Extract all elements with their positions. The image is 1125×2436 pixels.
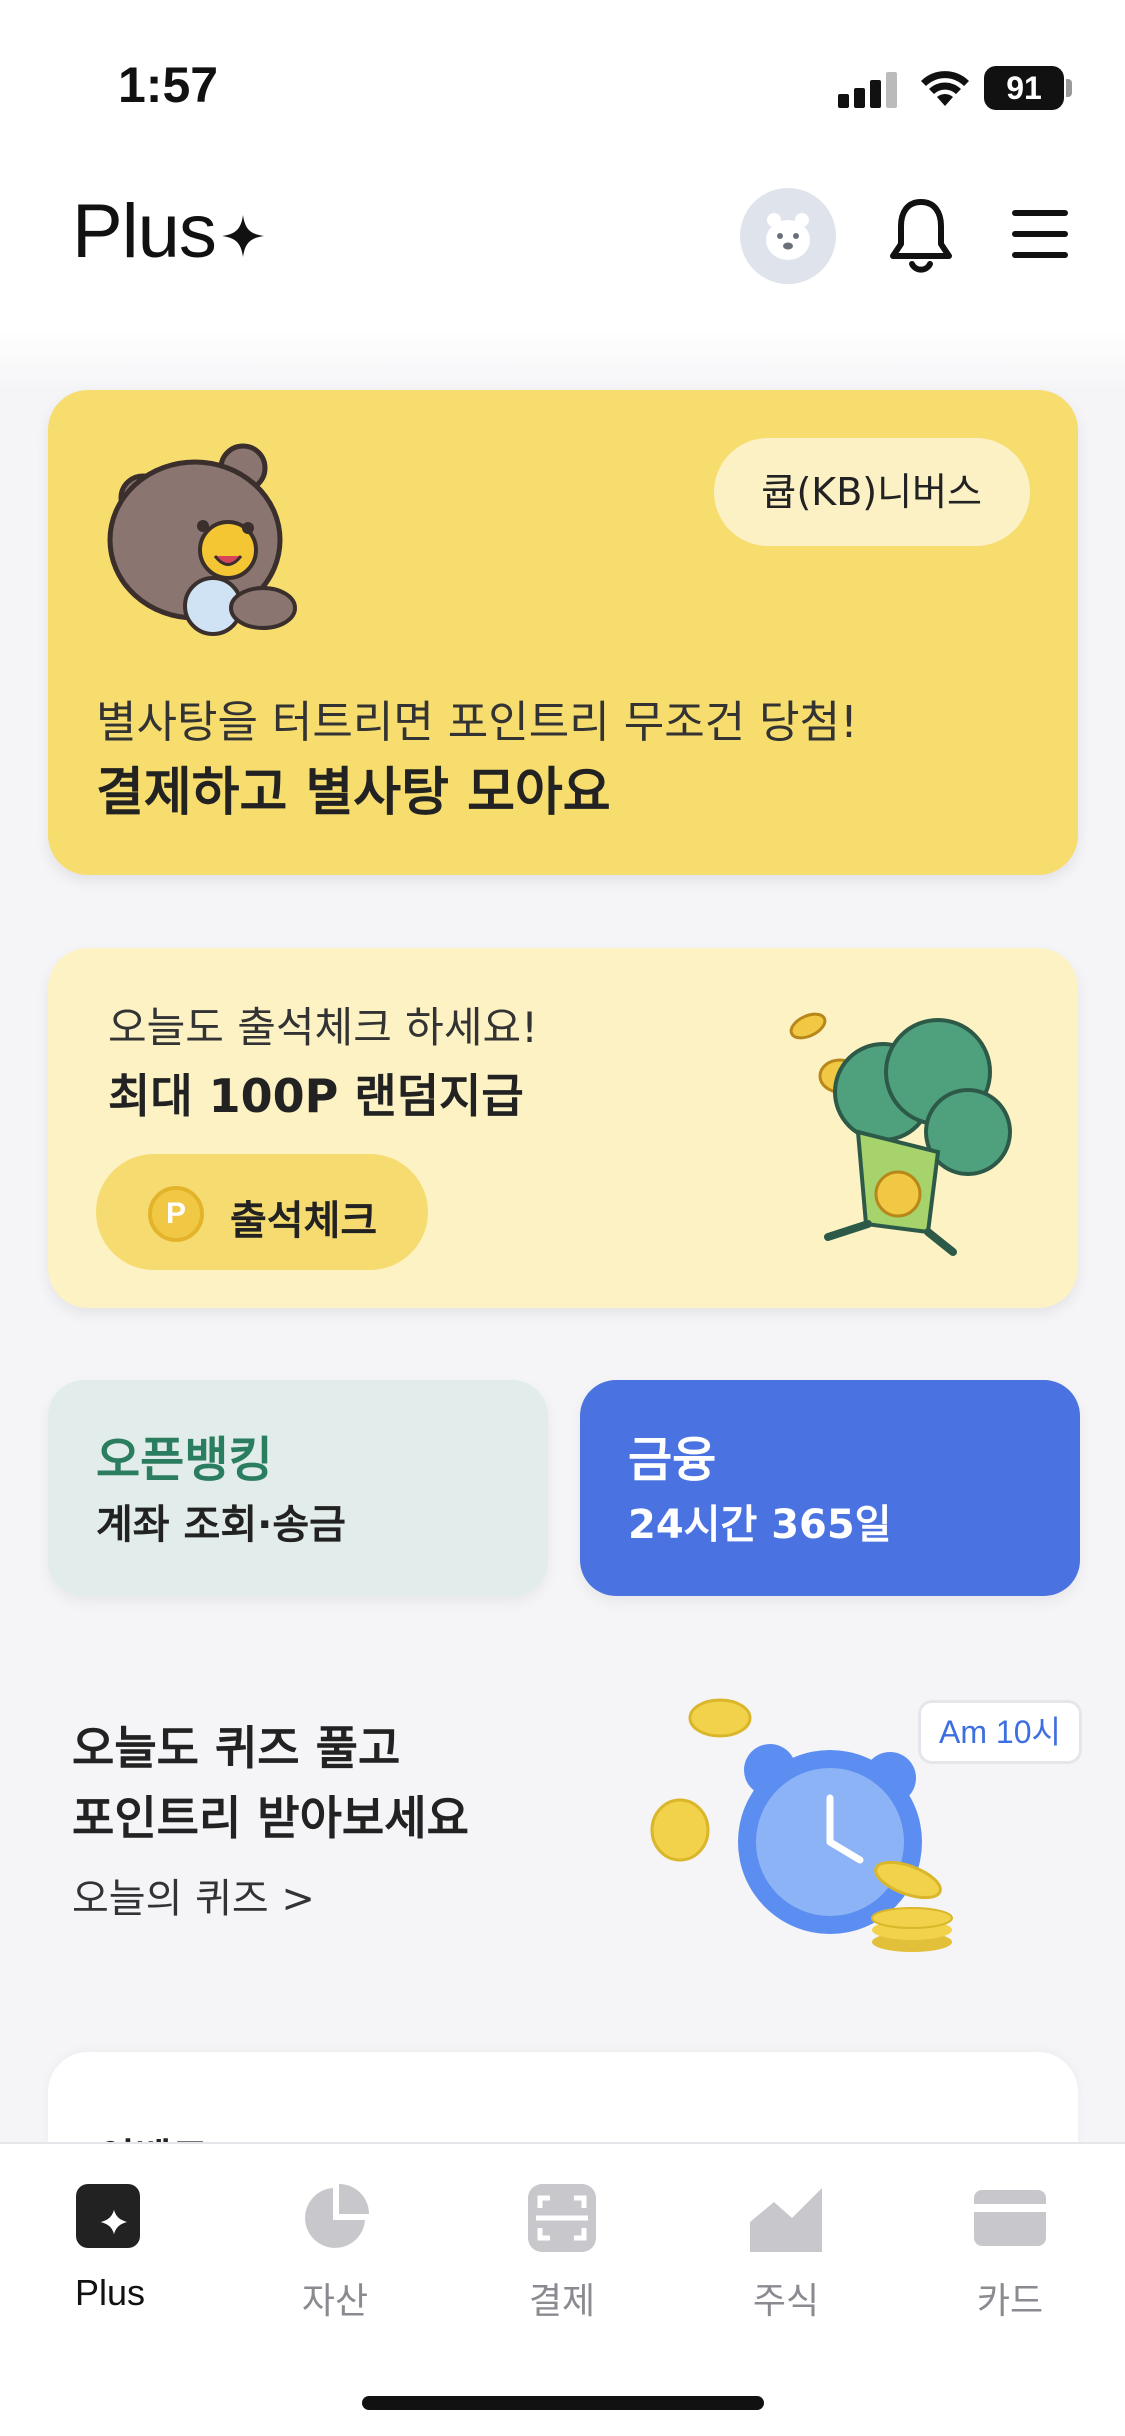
card-icon — [974, 2190, 1046, 2246]
tab-card[interactable]: 카드 — [920, 2180, 1100, 2324]
attendance-check-label: 출석체크 — [230, 1198, 378, 1244]
time-bubble: Am 10시 — [918, 1700, 1082, 1764]
finance-subtitle: 24시간 365일 — [628, 1502, 892, 1548]
alarm-clock-illustration-icon — [650, 1698, 953, 1952]
promo-title: 결제하고 별사탕 모아요 — [96, 763, 611, 823]
quiz-heading-line1: 오늘도 퀴즈 풀고 — [72, 1721, 401, 1775]
cellular-signal-icon — [838, 70, 898, 108]
tab-label: 결제 — [528, 2281, 596, 2322]
app-logo: Plus — [72, 189, 217, 274]
open-banking-title: 오픈뱅킹 — [96, 1432, 273, 1488]
tab-label: Plus — [74, 2272, 146, 2313]
avatar[interactable] — [740, 188, 836, 284]
battery-indicator: 91 — [984, 66, 1064, 110]
point-coin-icon: P — [148, 1186, 204, 1242]
stock-chart-icon — [750, 2188, 822, 2252]
bear-avatar-icon — [766, 213, 810, 260]
tab-plus[interactable]: Plus — [20, 2180, 200, 2314]
tab-assets[interactable]: 자산 — [245, 2180, 425, 2324]
tab-stocks[interactable]: 주식 — [696, 2180, 876, 2324]
bear-character-icon — [107, 443, 297, 636]
promo-subtitle: 별사탕을 터트리면 포인트리 무조건 당첨! — [96, 697, 858, 748]
pie-chart-icon — [305, 2184, 369, 2248]
tab-label: 자산 — [301, 2281, 369, 2322]
header-divider — [0, 330, 1125, 390]
app-header: Plus — [0, 150, 1125, 330]
home-indicator — [362, 2396, 764, 2410]
open-banking-tile[interactable]: 오픈뱅킹 계좌 조회·송금 — [48, 1380, 548, 1596]
open-banking-subtitle: 계좌 조회·송금 — [96, 1502, 346, 1548]
plus-sparkle-icon — [76, 2184, 140, 2248]
tab-payment[interactable]: 결제 — [472, 2180, 652, 2324]
status-time: 1:57 — [118, 57, 219, 113]
finance-title: 금융 — [628, 1432, 717, 1488]
wifi-icon — [921, 71, 969, 106]
notification-bell-icon[interactable] — [888, 196, 954, 276]
attendance-check-button[interactable]: P 출석체크 — [96, 1154, 428, 1270]
bottom-tab-bar: Plus 자산 결제 주식 카드 — [0, 2142, 1125, 2436]
attendance-card[interactable]: 오늘도 출석체크 하세요! 최대 100P 랜덤지급 P 출석체크 — [48, 948, 1078, 1308]
sparkle-icon — [222, 215, 264, 257]
todays-quiz-link[interactable]: 오늘의 퀴즈 > — [72, 1866, 315, 1924]
tab-label: 주식 — [752, 2281, 820, 2322]
menu-icon[interactable] — [1012, 210, 1068, 273]
tab-label: 카드 — [976, 2281, 1044, 2322]
finance-tile[interactable]: 금융 24시간 365일 — [580, 1380, 1080, 1596]
broccoli-character-icon — [789, 1012, 1012, 1256]
attendance-title: 최대 100P 랜덤지급 — [108, 1069, 524, 1123]
scan-icon — [528, 2184, 596, 2252]
quiz-heading-line2: 포인트리 받아보세요 — [72, 1791, 469, 1845]
attendance-subtitle: 오늘도 출석체크 하세요! — [108, 1003, 538, 1052]
status-bar: 1:57 91 — [0, 0, 1125, 150]
promo-card[interactable]: 큡(KB)니버스 별사탕을 터트리면 포인트리 무조건 당첨! 결제하고 별사탕… — [48, 390, 1078, 875]
battery-tip — [1066, 79, 1072, 97]
kbniverse-badge[interactable]: 큡(KB)니버스 — [713, 438, 1030, 546]
